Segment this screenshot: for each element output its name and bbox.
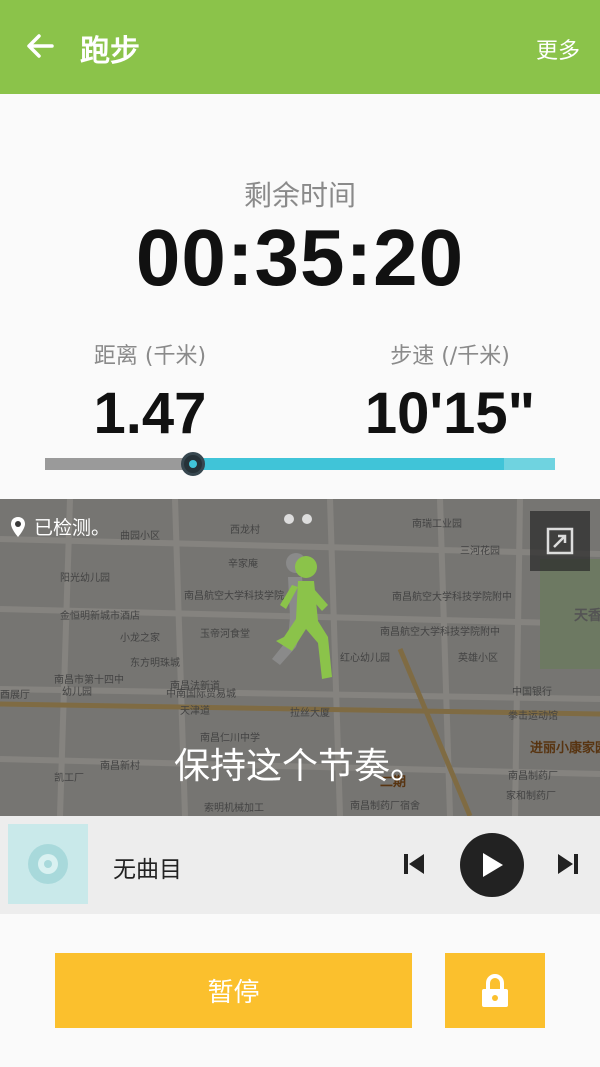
previous-track-button[interactable] — [402, 852, 426, 880]
lock-icon — [482, 973, 508, 1007]
distance-value: 1.47 — [93, 381, 207, 446]
location-status-label: 已检测。 — [34, 517, 111, 539]
distance-label: 距离 (千米) — [93, 344, 207, 369]
distance-stat: 距离 (千米) 1.47 — [0, 338, 300, 447]
route-map[interactable]: 曲园小区 西龙村 南瑞工业园 三河花园 辛家庵 阳光幼儿园 南昌航空大学科技学院… — [0, 499, 600, 816]
location-status: 已检测。 — [10, 513, 110, 540]
expand-map-button[interactable] — [530, 511, 590, 571]
app-header: 跑步 更多 — [0, 0, 600, 94]
skip-next-icon — [558, 854, 578, 874]
pace-stat: 步速 (/千米) 10'15" — [300, 338, 600, 447]
pause-button[interactable]: 暂停 — [55, 953, 412, 1028]
action-bar: 暂停 — [0, 914, 600, 1067]
location-pin-icon — [11, 516, 25, 537]
page-title: 跑步 — [80, 34, 140, 69]
music-player: 无曲目 — [0, 816, 600, 914]
progress-remaining — [192, 458, 504, 470]
page-dot — [302, 514, 312, 524]
back-button[interactable] — [22, 28, 58, 64]
workout-progress-bar — [45, 452, 555, 476]
coach-message: 保持这个节奏。 — [173, 746, 426, 787]
page-dot — [284, 514, 294, 524]
remaining-time-label: 剩余时间 — [243, 179, 356, 212]
progress-completed — [45, 458, 193, 470]
track-title: 无曲目 — [113, 857, 182, 883]
album-art[interactable] — [8, 824, 88, 904]
remaining-time-value: 00:35:20 — [135, 213, 465, 302]
runner-icon — [272, 553, 332, 679]
progress-handle[interactable] — [180, 452, 205, 476]
more-button[interactable]: 更多 — [536, 33, 580, 65]
next-track-button[interactable] — [556, 852, 580, 880]
play-button[interactable] — [460, 833, 524, 897]
workout-stats: 剩余时间 00:35:20 距离 (千米) 1.47 步速 (/千米) 10'1… — [0, 94, 600, 499]
lock-button[interactable] — [445, 953, 545, 1028]
arrow-left-icon — [27, 34, 54, 58]
disc-icon — [28, 844, 68, 884]
expand-icon — [546, 527, 574, 555]
play-icon — [483, 853, 503, 877]
page-indicator — [284, 514, 312, 524]
pace-label: 步速 (/千米) — [390, 344, 510, 369]
pace-value: 10'15" — [364, 381, 536, 446]
skip-previous-icon — [404, 854, 424, 874]
